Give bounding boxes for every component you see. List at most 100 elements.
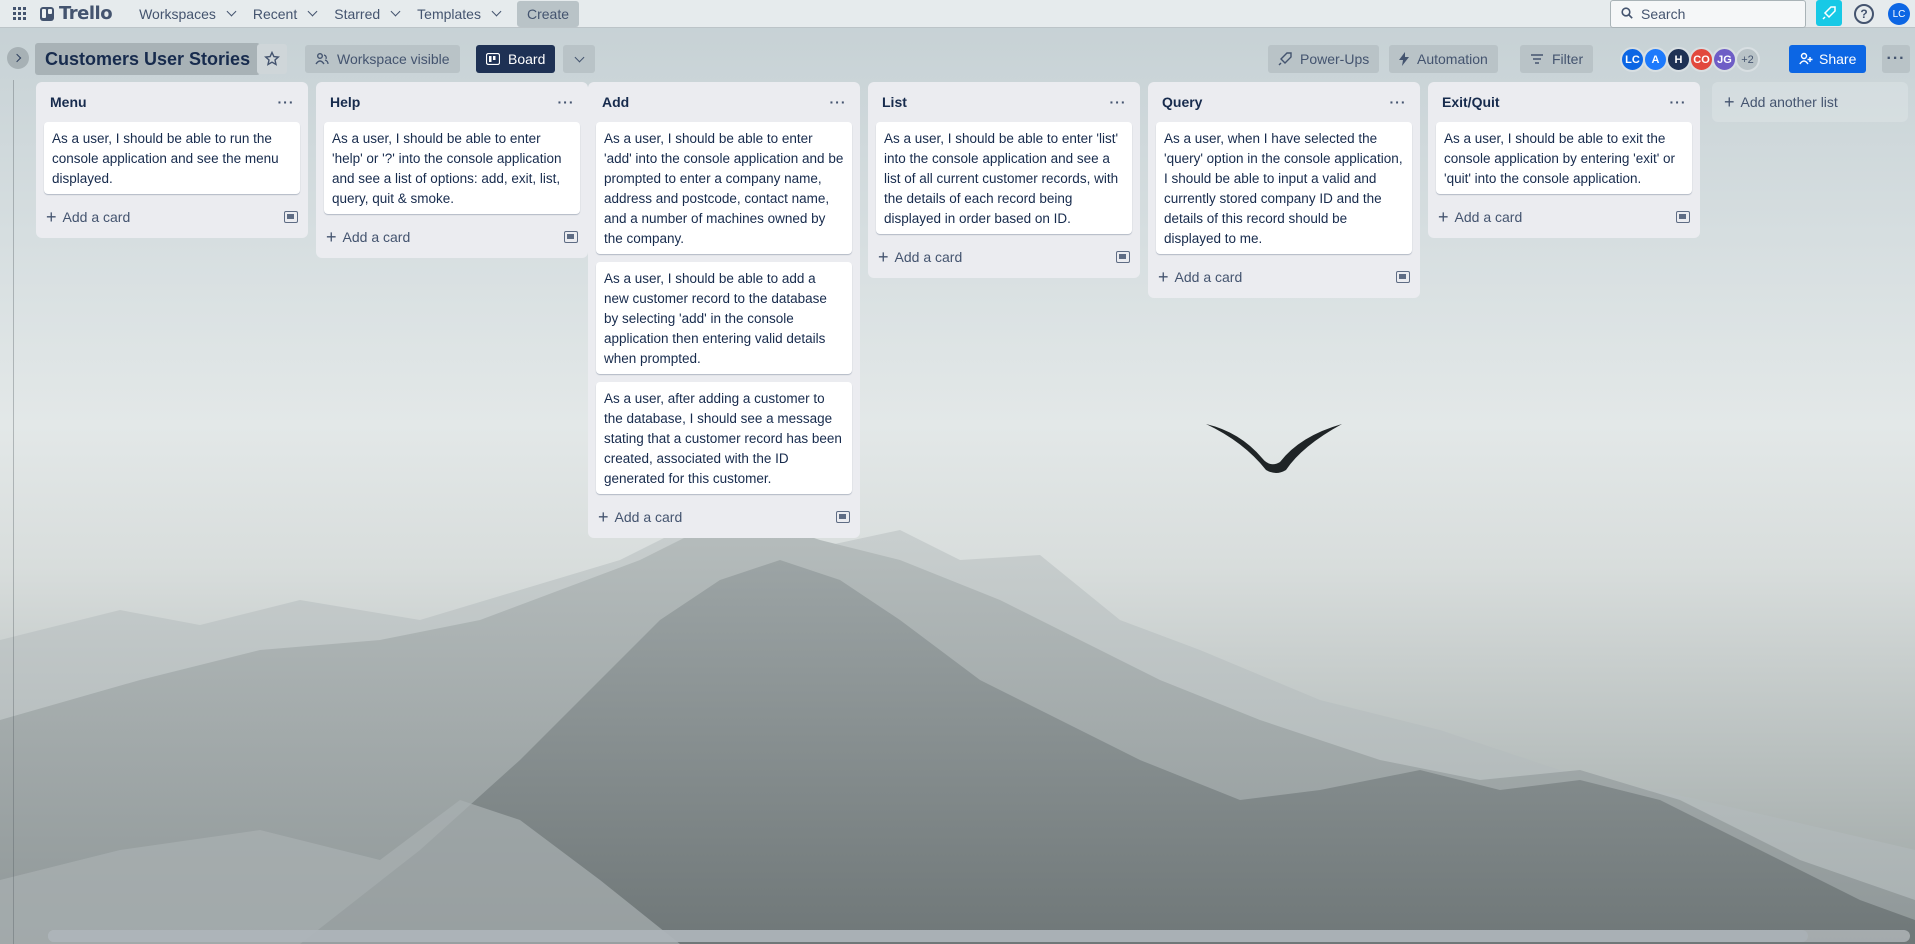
add-card-row: + Add a card bbox=[1428, 202, 1700, 232]
trello-logo[interactable]: Trello bbox=[40, 3, 113, 24]
list-header[interactable]: Query ··· bbox=[1148, 82, 1420, 122]
list-header[interactable]: Add ··· bbox=[588, 82, 860, 122]
add-another-list-label: Add another list bbox=[1740, 94, 1838, 110]
member-avatar[interactable]: H bbox=[1666, 47, 1691, 72]
list-header[interactable]: Exit/Quit ··· bbox=[1428, 82, 1700, 122]
list-menu: Menu ··· As a user, I should be able to … bbox=[36, 82, 308, 238]
member-avatar[interactable]: LC bbox=[1620, 47, 1645, 72]
member-avatar[interactable]: JG bbox=[1712, 47, 1737, 72]
list-list: List ··· As a user, I should be able to … bbox=[868, 82, 1140, 278]
visibility-label: Workspace visible bbox=[337, 51, 450, 67]
list-actions-button[interactable]: ··· bbox=[274, 94, 298, 110]
scrollbar-thumb[interactable] bbox=[48, 930, 1808, 942]
more-members-badge[interactable]: +2 bbox=[1735, 47, 1760, 72]
list-title[interactable]: Query bbox=[1158, 94, 1202, 110]
top-navigation-bar: Trello Workspaces Recent Starred Templat… bbox=[0, 0, 1915, 28]
add-card-button[interactable]: + Add a card bbox=[878, 248, 962, 266]
sidebar-expand-button[interactable] bbox=[7, 47, 29, 69]
menu-workspaces-label: Workspaces bbox=[139, 5, 216, 22]
add-card-button[interactable]: + Add a card bbox=[46, 207, 131, 227]
board-view-button[interactable]: Board bbox=[476, 45, 556, 73]
menu-starred[interactable]: Starred bbox=[325, 0, 408, 28]
automation-label: Automation bbox=[1417, 51, 1488, 67]
add-another-list-button[interactable]: + Add another list bbox=[1712, 82, 1908, 122]
notifications-button[interactable] bbox=[1816, 0, 1842, 26]
menu-recent-label: Recent bbox=[252, 5, 298, 22]
chevron-down-icon bbox=[574, 52, 584, 62]
list-title[interactable]: List bbox=[878, 94, 907, 110]
add-card-label: Add a card bbox=[1454, 209, 1523, 225]
create-button[interactable]: Create bbox=[516, 0, 579, 27]
card-template-icon[interactable] bbox=[1676, 211, 1690, 223]
user-avatar[interactable]: LC bbox=[1888, 3, 1910, 25]
menu-templates[interactable]: Templates bbox=[408, 0, 509, 28]
chevron-right-icon bbox=[12, 53, 22, 63]
board-view-label: Board bbox=[508, 51, 546, 67]
plus-icon: + bbox=[1158, 267, 1169, 287]
card-template-icon[interactable] bbox=[1116, 251, 1130, 263]
chevron-down-icon bbox=[307, 6, 318, 17]
chevron-down-icon bbox=[226, 6, 237, 17]
automation-button[interactable]: Automation bbox=[1389, 45, 1498, 73]
search-icon bbox=[1621, 6, 1633, 22]
powerups-button[interactable]: Power-Ups bbox=[1268, 45, 1380, 73]
list-actions-button[interactable]: ··· bbox=[554, 94, 578, 110]
list-title[interactable]: Exit/Quit bbox=[1438, 94, 1500, 110]
view-switcher-dropdown[interactable] bbox=[563, 45, 595, 73]
list-actions-button[interactable]: ··· bbox=[826, 94, 850, 110]
list-help: Help ··· As a user, I should be able to … bbox=[316, 82, 588, 258]
trello-wordmark: Trello bbox=[59, 3, 113, 24]
board-canvas: Menu ··· As a user, I should be able to … bbox=[0, 82, 1915, 932]
menu-recent[interactable]: Recent bbox=[244, 0, 325, 28]
add-card-button[interactable]: + Add a card bbox=[598, 508, 682, 526]
card[interactable]: As a user, when I have selected the 'que… bbox=[1156, 122, 1412, 254]
list-exit-quit: Exit/Quit ··· As a user, I should be abl… bbox=[1428, 82, 1700, 238]
plus-icon: + bbox=[1724, 92, 1735, 112]
add-card-button[interactable]: + Add a card bbox=[326, 228, 411, 246]
help-icon[interactable]: ? bbox=[1854, 4, 1874, 24]
list-title[interactable]: Add bbox=[598, 94, 629, 110]
board-members: LC A H CO JG +2 bbox=[1620, 47, 1760, 72]
card-template-icon[interactable] bbox=[284, 211, 298, 223]
board-menu-button[interactable]: ··· bbox=[1882, 45, 1910, 73]
card[interactable]: As a user, I should be able to enter 'li… bbox=[876, 122, 1132, 234]
card-template-icon[interactable] bbox=[836, 511, 850, 523]
app-switcher-icon[interactable] bbox=[6, 0, 34, 28]
card[interactable]: As a user, I should be able to enter 'ad… bbox=[596, 122, 852, 254]
card-template-icon[interactable] bbox=[1396, 271, 1410, 283]
visibility-button[interactable]: Workspace visible bbox=[305, 45, 460, 73]
board-title[interactable]: Customers User Stories bbox=[35, 43, 261, 75]
list-header[interactable]: Help ··· bbox=[316, 82, 588, 122]
add-card-button[interactable]: + Add a card bbox=[1438, 208, 1523, 226]
menu-starred-label: Starred bbox=[334, 5, 381, 22]
list-actions-button[interactable]: ··· bbox=[1106, 94, 1130, 110]
search-placeholder: Search bbox=[1641, 6, 1686, 22]
card[interactable]: As a user, I should be able to add a new… bbox=[596, 262, 852, 374]
menu-workspaces[interactable]: Workspaces bbox=[130, 0, 244, 28]
card[interactable]: As a user, after adding a customer to th… bbox=[596, 382, 852, 494]
add-card-label: Add a card bbox=[342, 229, 411, 245]
list-header[interactable]: Menu ··· bbox=[36, 82, 308, 122]
horizontal-scrollbar[interactable] bbox=[48, 930, 1910, 942]
add-card-button[interactable]: + Add a card bbox=[1158, 267, 1242, 287]
star-board-button[interactable] bbox=[257, 44, 287, 74]
list-actions-button[interactable]: ··· bbox=[1386, 94, 1410, 110]
list-header[interactable]: List ··· bbox=[868, 82, 1140, 122]
add-card-label: Add a card bbox=[62, 209, 131, 225]
list-title[interactable]: Menu bbox=[46, 94, 87, 110]
card[interactable]: As a user, I should be able to enter 'he… bbox=[324, 122, 580, 214]
card[interactable]: As a user, I should be able to exit the … bbox=[1436, 122, 1692, 194]
plus-icon: + bbox=[46, 207, 57, 227]
member-avatar[interactable]: CO bbox=[1689, 47, 1714, 72]
list-actions-button[interactable]: ··· bbox=[1666, 94, 1690, 110]
list-title[interactable]: Help bbox=[326, 94, 360, 110]
member-avatar[interactable]: A bbox=[1643, 47, 1668, 72]
filter-button[interactable]: Filter bbox=[1520, 45, 1594, 73]
card[interactable]: As a user, I should be able to run the c… bbox=[44, 122, 300, 194]
card-template-icon[interactable] bbox=[564, 231, 578, 243]
add-card-row: + Add a card bbox=[868, 242, 1140, 272]
share-label: Share bbox=[1819, 51, 1857, 67]
search-input[interactable]: Search bbox=[1610, 0, 1806, 28]
menu-templates-label: Templates bbox=[417, 5, 481, 22]
share-button[interactable]: Share bbox=[1789, 45, 1867, 73]
